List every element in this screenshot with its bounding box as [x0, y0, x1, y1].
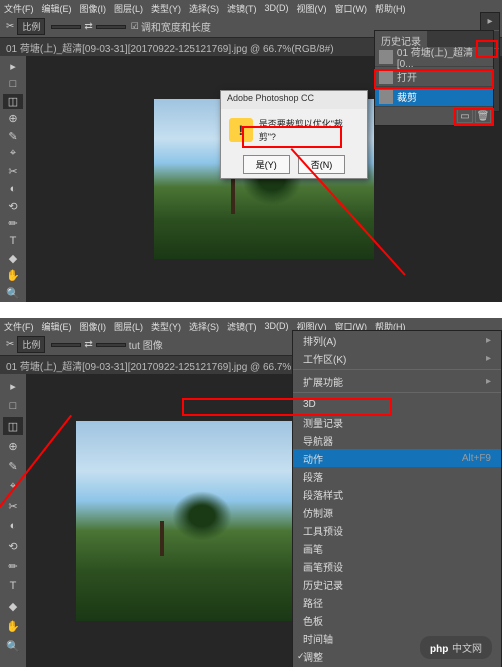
menu-file[interactable]: 文件(F) [4, 2, 34, 15]
document-tab[interactable]: 01 荷塘(上)_超清[09-03-31][20170922-125121769… [6, 40, 334, 55]
pen-tool[interactable]: ✏ [3, 216, 23, 231]
move-tool[interactable]: ▸ [3, 59, 23, 74]
type-tool-2[interactable]: T [3, 577, 23, 595]
shape-tool[interactable]: ◆ [3, 251, 23, 266]
hand-tool[interactable]: ✋ [3, 268, 23, 283]
menu-select[interactable]: 选择(S) [189, 2, 219, 15]
menu-edit[interactable]: 编辑(E) [42, 2, 72, 15]
menu-help[interactable]: 帮助(H) [375, 2, 406, 15]
menu-layer-2[interactable]: 图层(L) [114, 320, 143, 333]
watermark: php 中文网 [420, 636, 492, 659]
menu-bar: 文件(F) 编辑(E) 图像(I) 图层(L) 类型(Y) 选择(S) 滤镜(T… [0, 0, 502, 16]
menu-item-导航器[interactable]: 导航器 [293, 431, 501, 449]
crop-tool[interactable]: ◫ [3, 94, 23, 109]
menu-item-扩展功能[interactable]: 扩展功能▸ [293, 372, 501, 390]
swap-icon-2[interactable]: ⇄ [84, 339, 92, 350]
move-tool-2[interactable]: ▸ [3, 377, 23, 395]
menu-item-色板[interactable]: 色板 [293, 611, 501, 629]
option-label-2: tut 图像 [129, 337, 163, 352]
menu-item-段落[interactable]: 段落 [293, 467, 501, 485]
toolbox: ▸ □ ◫ ⊕ ✎ ⌖ ✂ ◐ ⟲ ✏ T ◆ ✋ 🔍 [0, 56, 26, 302]
delete-pixels-check[interactable]: ☑ [131, 21, 139, 32]
heal-tool[interactable]: ⌖ [3, 146, 23, 161]
eyedrop-tool[interactable]: ⊕ [3, 111, 23, 126]
dialog-title: Adobe Photoshop CC [221, 91, 367, 109]
screenshot-bottom: 文件(F) 编辑(E) 图像(I) 图层(L) 类型(Y) 选择(S) 滤镜(T… [0, 318, 502, 667]
menu-window[interactable]: 窗口(W) [335, 2, 368, 15]
annotation-box-buttons [242, 126, 342, 148]
menu-select-2[interactable]: 选择(S) [189, 320, 219, 333]
toolbox-2: ▸ □ ◫ ⊕ ✎ ⌖ ✂ ◐ ⟲ ✏ T ◆ ✋ 🔍 [0, 374, 26, 667]
menu-image-2[interactable]: 图像(I) [80, 320, 107, 333]
marquee-tool[interactable]: □ [3, 76, 23, 91]
watermark-brand: php [430, 644, 448, 655]
lasso-tool[interactable]: ✂ [3, 164, 23, 179]
crop-tool-2[interactable]: ◫ [3, 417, 23, 435]
annotation-box-dock [476, 40, 498, 58]
type-tool[interactable]: T [3, 233, 23, 248]
gradient-tool[interactable]: ◐ [3, 181, 23, 196]
annotation-box-crop-row [374, 69, 494, 89]
hand-tool-2[interactable]: ✋ [3, 617, 23, 635]
image-content-2 [76, 421, 316, 621]
marquee-tool-2[interactable]: □ [3, 397, 23, 415]
menu-item-段落样式[interactable]: 段落样式 [293, 485, 501, 503]
menu-layer[interactable]: 图层(L) [114, 2, 143, 15]
rotate-tool[interactable]: ⟲ [3, 198, 23, 213]
menu-filter-2[interactable]: 滤镜(T) [227, 320, 257, 333]
crop-icon: ✂ [6, 21, 14, 32]
menu-view[interactable]: 视图(V) [297, 2, 327, 15]
menu-item-路径[interactable]: 路径 [293, 593, 501, 611]
crop-icon-2: ✂ [6, 339, 14, 350]
annotation-box-actions [182, 398, 392, 416]
gradient-tool-2[interactable]: ◐ [3, 517, 23, 535]
menu-item-工具预设[interactable]: 工具预设 [293, 521, 501, 539]
menu-file-2[interactable]: 文件(F) [4, 320, 34, 333]
zoom-tool[interactable]: 🔍 [3, 285, 23, 300]
brush-tool[interactable]: ✎ [3, 129, 23, 144]
zoom-tool-2[interactable]: 🔍 [3, 637, 23, 655]
menu-item-画笔[interactable]: 画笔 [293, 539, 501, 557]
dock-btn-1[interactable]: ▸ [481, 13, 499, 31]
option-label: 调和宽度和长度 [141, 19, 211, 34]
menu-type[interactable]: 类型(Y) [151, 2, 181, 15]
width-input[interactable] [51, 25, 81, 29]
menu-item-工作区(K)[interactable]: 工作区(K)▸ [293, 349, 501, 367]
width-input-2[interactable] [51, 343, 81, 347]
watermark-text: 中文网 [452, 644, 482, 655]
menu-item-仿制源[interactable]: 仿制源 [293, 503, 501, 521]
eyedrop-tool-2[interactable]: ⊕ [3, 437, 23, 455]
menu-3d[interactable]: 3D(D) [265, 3, 289, 13]
screenshot-top: 文件(F) 编辑(E) 图像(I) 图层(L) 类型(Y) 选择(S) 滤镜(T… [0, 0, 502, 302]
menu-item-排列(A)[interactable]: 排列(A)▸ [293, 331, 501, 349]
document-tab-2[interactable]: 01 荷塘(上)_超清[09-03-31][20170922-125121769… [6, 358, 334, 373]
annotation-box-delete [454, 108, 494, 126]
shape-tool-2[interactable]: ◆ [3, 597, 23, 615]
brush-tool-2[interactable]: ✎ [3, 457, 23, 475]
pen-tool-2[interactable]: ✏ [3, 557, 23, 575]
ratio-select[interactable]: 比例 [17, 18, 45, 35]
swap-icon[interactable]: ⇄ [84, 21, 92, 32]
menu-3d-2[interactable]: 3D(D) [265, 321, 289, 331]
menu-type-2[interactable]: 类型(Y) [151, 320, 181, 333]
menu-item-动作[interactable]: 动作Alt+F9 [293, 449, 501, 467]
menu-filter[interactable]: 滤镜(T) [227, 2, 257, 15]
rotate-tool-2[interactable]: ⟲ [3, 537, 23, 555]
menu-image[interactable]: 图像(I) [80, 2, 107, 15]
height-input-2[interactable] [96, 343, 126, 347]
height-input[interactable] [96, 25, 126, 29]
menu-item-历史记录[interactable]: 历史记录 [293, 575, 501, 593]
menu-item-画笔预设[interactable]: 画笔预设 [293, 557, 501, 575]
ratio-select-2[interactable]: 比例 [17, 336, 45, 353]
menu-edit-2[interactable]: 编辑(E) [42, 320, 72, 333]
window-menu-dropdown: 排列(A)▸工作区(K)▸扩展功能▸3D测量记录导航器动作Alt+F9段落段落样… [292, 330, 502, 667]
yes-button[interactable]: 是(Y) [243, 155, 290, 174]
history-row-crop[interactable]: 裁剪 [375, 87, 493, 107]
